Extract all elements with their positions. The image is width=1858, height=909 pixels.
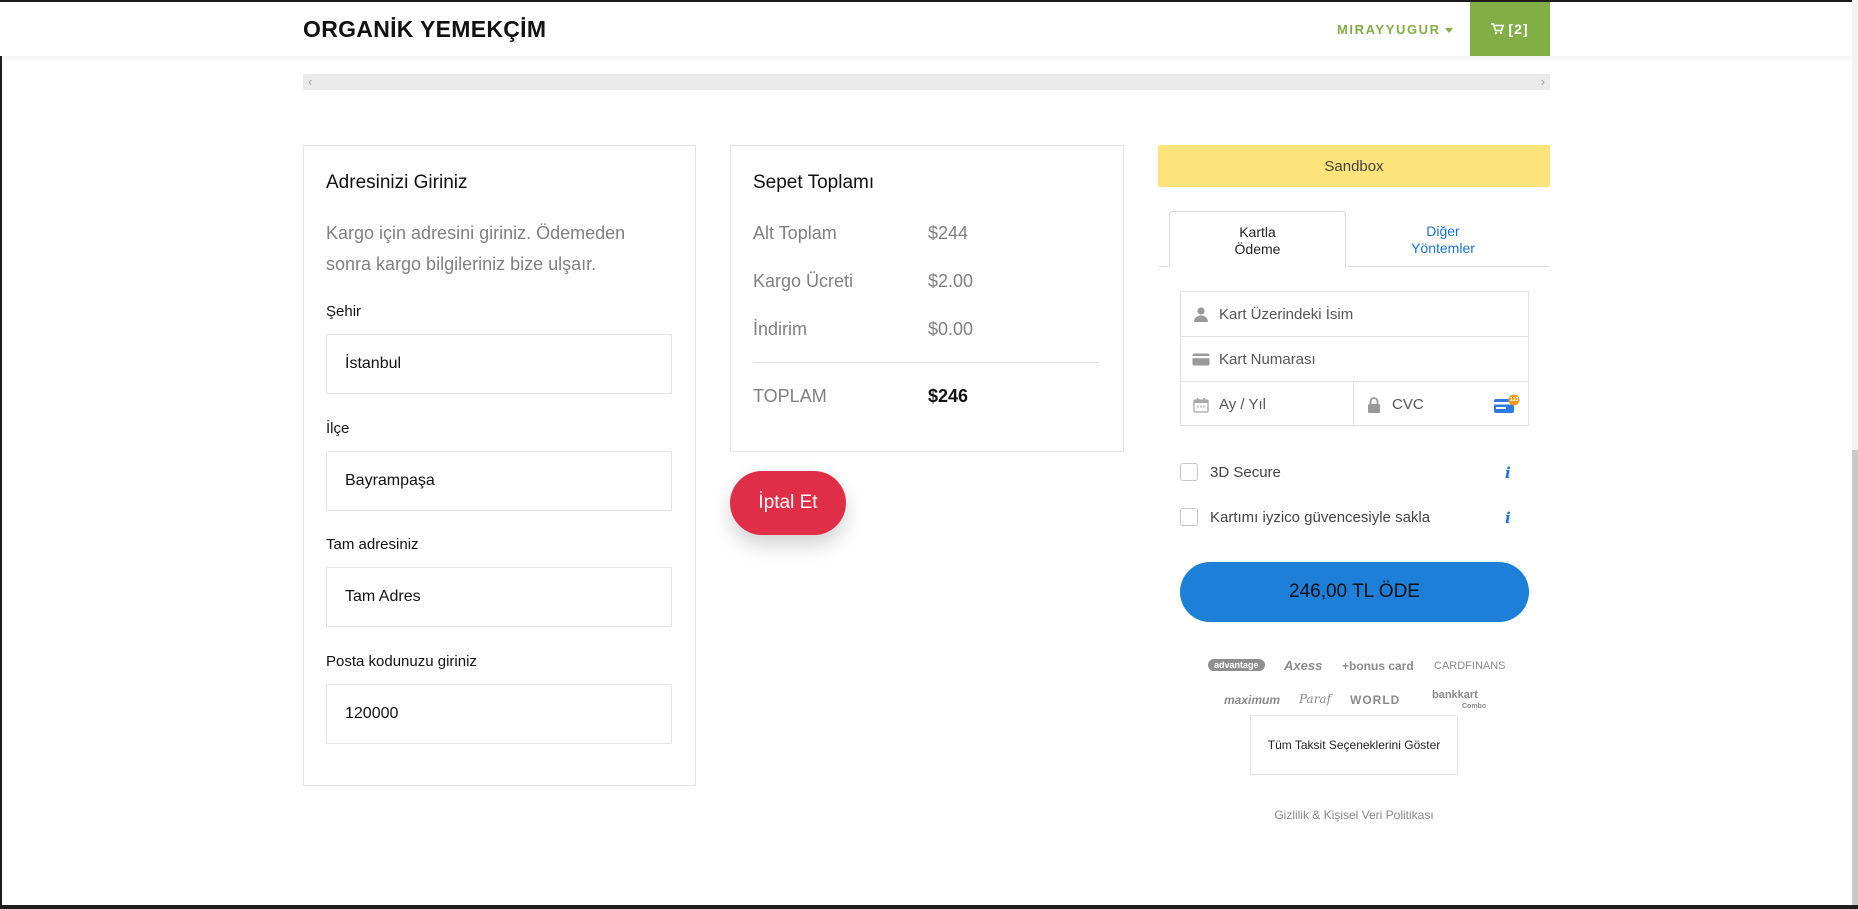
tab-other-methods[interactable]: Diğer Yöntemler — [1353, 211, 1533, 267]
user-icon — [1183, 306, 1219, 322]
address-card: Adresinizi Giriniz Kargo için adresini g… — [303, 145, 696, 786]
cvc-placeholder: CVC — [1392, 396, 1424, 413]
card-input-group: Kart Üzerindeki İsim Kart Numarası Ay / … — [1180, 291, 1529, 427]
full-address-label: Tam adresiniz — [326, 536, 419, 553]
address-description: Kargo için adresini giriniz. Ödemeden so… — [326, 223, 626, 274]
save-card-info-icon[interactable]: i — [1505, 509, 1511, 527]
brand-logo[interactable]: ORGANİK YEMEKÇİM — [303, 16, 546, 43]
card-number-input[interactable]: Kart Numarası — [1181, 337, 1528, 382]
3d-secure-checkbox[interactable]: 3D Secure — [1180, 463, 1281, 481]
bankkart-logo-text: bankkart — [1432, 689, 1478, 701]
subtotal-value: $244 — [928, 223, 969, 243]
district-label: İlçe — [326, 420, 350, 437]
cart-totals-card: Sepet Toplamı Alt Toplam $244 Kargo Ücre… — [730, 145, 1124, 452]
pay-button[interactable]: 246,00 TL ÖDE — [1180, 562, 1529, 622]
user-menu-dropdown[interactable]: MIRAYYUGUR — [1337, 22, 1453, 37]
advantage-logo: advantage — [1208, 659, 1265, 671]
navbar: ORGANİK YEMEKÇİM MIRAYYUGUR [2] — [0, 2, 1852, 56]
total-label: TOPLAM — [753, 386, 827, 406]
tab-other-methods-line1: Diğer — [1426, 223, 1460, 239]
sandbox-banner: Sandbox — [1158, 145, 1550, 187]
totals-divider — [753, 362, 1099, 363]
address-title: Adresinizi Giriniz — [326, 172, 468, 193]
installment-options-button[interactable]: Tüm Taksit Seçeneklerini Göster — [1250, 715, 1458, 775]
expiry-input[interactable]: Ay / Yıl — [1181, 382, 1354, 427]
cancel-button[interactable]: İptal Et — [730, 471, 846, 535]
city-label: Şehir — [326, 303, 362, 320]
shipping-label: Kargo Ücreti — [753, 271, 854, 291]
tab-other-methods-line2: Yöntemler — [1411, 240, 1475, 256]
cart-count: [2] — [1508, 21, 1529, 37]
calendar-icon — [1183, 397, 1219, 413]
city-input[interactable]: İstanbul — [326, 334, 672, 394]
scroll-right-icon[interactable]: › — [1541, 74, 1545, 90]
tab-card-payment-line2: Ödeme — [1234, 241, 1281, 257]
paraf-logo: Paraf — [1299, 692, 1332, 706]
lock-icon — [1356, 396, 1392, 413]
window-border-left — [0, 0, 2, 909]
cardfinans-logo: CARDFINANS — [1434, 660, 1506, 672]
credit-card-icon — [1183, 353, 1219, 366]
subtotal-label: Alt Toplam — [753, 223, 837, 243]
card-number-placeholder: Kart Numarası — [1219, 350, 1316, 368]
cardholder-name-input[interactable]: Kart Üzerindeki İsim — [1181, 292, 1528, 337]
bankkart-combo-text: Combo — [1462, 703, 1487, 710]
discount-label: İndirim — [753, 319, 808, 339]
caret-down-icon — [1444, 28, 1453, 34]
3d-secure-checkbox-box[interactable] — [1180, 463, 1198, 481]
scroll-left-icon[interactable]: ‹ — [308, 74, 312, 90]
save-card-checkbox-box[interactable] — [1180, 508, 1198, 526]
shipping-value: $2.00 — [928, 271, 974, 291]
cart-icon — [1491, 23, 1505, 35]
vertical-scrollbar[interactable] — [1852, 0, 1858, 905]
full-address-input[interactable]: Tam Adres — [326, 567, 672, 627]
cvc-card-icon: 123 — [1494, 394, 1520, 414]
cvc-input[interactable]: CVC 123 — [1354, 382, 1528, 427]
tab-card-payment[interactable]: Kartla Ödeme — [1169, 211, 1346, 267]
save-card-checkbox[interactable]: Kartımı iyzico güvencesiyle sakla — [1180, 508, 1430, 526]
cart-totals-title: Sepet Toplamı — [753, 172, 875, 193]
window-border-bottom — [0, 905, 1858, 909]
vertical-scrollbar-thumb[interactable] — [1852, 450, 1858, 905]
privacy-policy-link[interactable]: Gizlilik & Kişisel Veri Politikası — [1158, 808, 1550, 822]
cart-button[interactable]: [2] — [1470, 2, 1550, 56]
discount-value: $0.00 — [928, 319, 974, 339]
bankkart-logo: bankkart Combo — [1432, 690, 1486, 712]
save-card-label: Kartımı iyzico güvencesiyle sakla — [1210, 508, 1431, 526]
tab-card-payment-line1: Kartla — [1239, 224, 1276, 240]
postal-code-label: Posta kodunuzu giriniz — [326, 653, 477, 670]
user-menu-label: MIRAYYUGUR — [1337, 22, 1441, 37]
axess-logo: Axess — [1284, 658, 1323, 673]
cvc-badge-text: 123 — [1510, 397, 1519, 403]
horizontal-scrollbar[interactable]: ‹ › — [303, 74, 1550, 90]
cardholder-name-placeholder: Kart Üzerindeki İsim — [1219, 305, 1354, 323]
expiry-placeholder: Ay / Yıl — [1219, 396, 1266, 413]
bonus-card-logo: +bonus card — [1342, 659, 1414, 673]
maximum-logo: maximum — [1224, 693, 1281, 707]
total-value: $246 — [928, 386, 969, 406]
3d-secure-info-icon[interactable]: i — [1505, 464, 1511, 482]
3d-secure-label: 3D Secure — [1210, 463, 1281, 481]
world-logo: WORLD — [1350, 693, 1401, 707]
postal-code-input[interactable]: 120000 — [326, 684, 672, 744]
district-input[interactable]: Bayrampaşa — [326, 451, 672, 511]
